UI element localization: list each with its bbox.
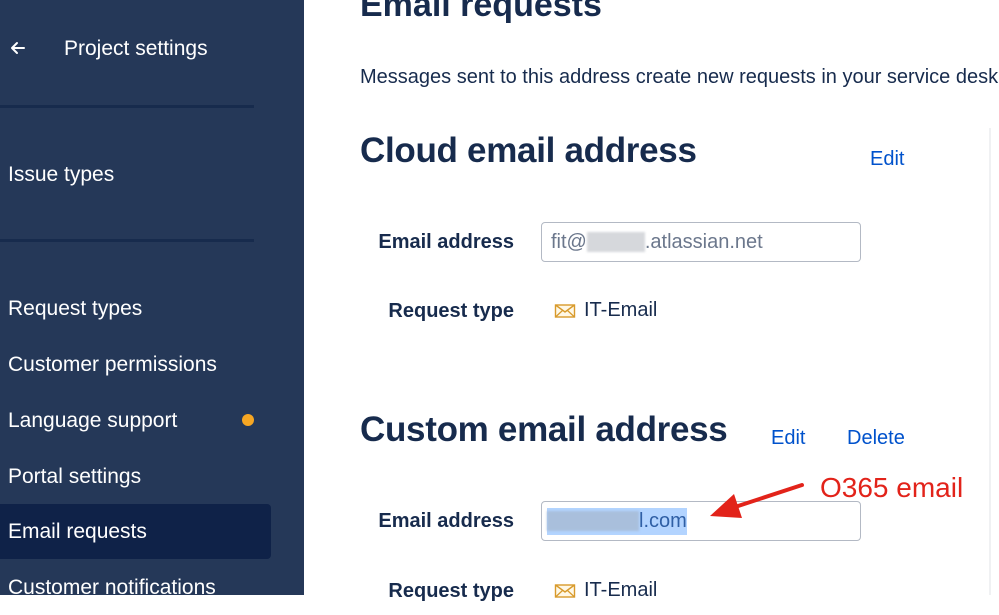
cloud-email-label: Email address [378,231,514,253]
envelope-icon [554,583,576,598]
email-suffix: .atlassian.net [644,230,763,253]
annotation-label: O365 email [820,472,964,503]
main-content: Email requests Messages sent to this add… [304,0,999,602]
cloud-request-type-value: IT-Email [584,299,658,321]
selected-email-text: l.com [547,507,687,535]
email-suffix: l.com [639,509,687,532]
sidebar: Project settings Issue types Request typ… [0,0,304,599]
sidebar-item-request-types[interactable]: Request types [0,281,271,336]
cloud-edit-link[interactable]: Edit [870,148,904,171]
sidebar-item-email-requests[interactable]: Email requests [0,504,271,559]
custom-request-type-value: IT-Email [584,579,658,601]
redacted-block [586,232,645,252]
redacted-block [547,511,639,531]
email-prefix: fit@ [551,230,587,253]
custom-email-label: Email address [378,510,514,532]
description: Messages sent to this address create new… [360,66,999,88]
custom-email-field[interactable]: l.com [541,501,861,541]
annotation-arrow-icon [710,483,804,518]
arrow-left-icon[interactable] [10,36,30,60]
cloud-request-type: IT-Email [554,299,657,322]
sidebar-title: Project settings [64,37,208,60]
divider-line [989,128,991,595]
envelope-icon [554,303,576,318]
custom-email-title: Custom email address [360,410,728,449]
page-title: Email requests [360,0,602,24]
sidebar-item-customer-notifications[interactable]: Customer notifications [0,560,271,615]
sidebar-divider [0,105,254,108]
sidebar-divider [0,239,254,242]
sidebar-item-language-support[interactable]: Language support [0,393,271,448]
sidebar-item-portal-settings[interactable]: Portal settings [0,449,271,504]
custom-delete-link[interactable]: Delete [847,427,905,450]
cloud-request-type-label: Request type [388,300,514,322]
cloud-email-field[interactable]: fit@ .atlassian.net [541,222,861,262]
custom-request-type-label: Request type [388,580,514,602]
status-dot [242,414,254,426]
custom-edit-link[interactable]: Edit [771,427,805,450]
sidebar-item-customer-permissions[interactable]: Customer permissions [0,337,271,392]
cloud-email-title: Cloud email address [360,131,697,170]
custom-request-type: IT-Email [554,579,657,602]
sidebar-item-issue-types[interactable]: Issue types [0,147,271,202]
